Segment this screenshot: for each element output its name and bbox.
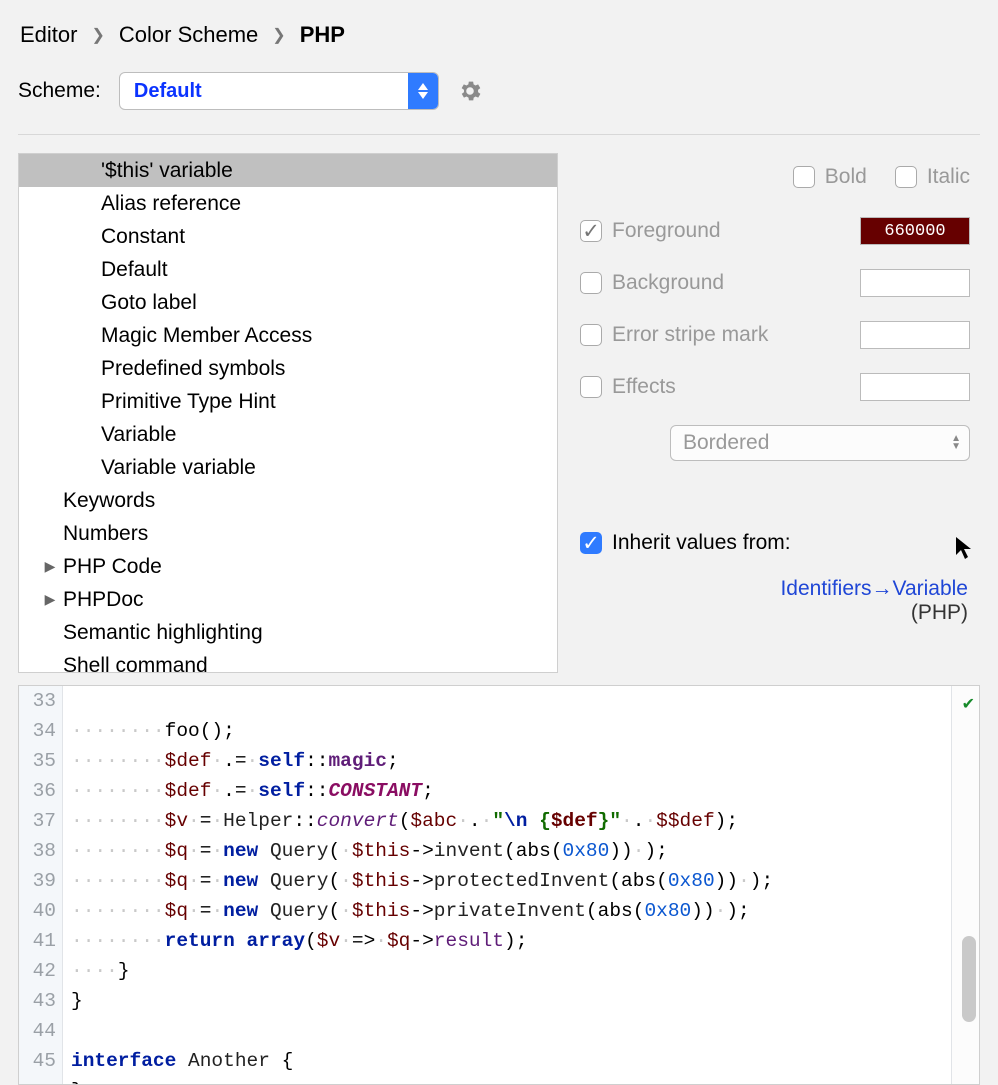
background-label: Background xyxy=(612,271,724,295)
inherit-context: (PHP) xyxy=(911,601,968,624)
error-stripe: ✔ xyxy=(951,686,979,1084)
tree-item-label: Primitive Type Hint xyxy=(101,385,276,418)
effects-swatch[interactable] xyxy=(860,373,970,401)
up-down-arrows-icon: ▲▼ xyxy=(951,435,961,451)
scheme-row: Scheme: Default xyxy=(18,72,980,134)
tree-item-label: Variable xyxy=(101,418,177,451)
gear-icon[interactable] xyxy=(457,78,483,104)
scheme-select-value: Default xyxy=(120,80,216,103)
inherit-label: Inherit values from: xyxy=(612,531,791,555)
tree-item-label: Magic Member Access xyxy=(101,319,312,352)
effects-type-value: Bordered xyxy=(683,431,769,455)
effects-checkbox[interactable]: Effects xyxy=(580,375,676,399)
inherit-link[interactable]: Identifiers→Variable xyxy=(780,577,968,600)
foreground-swatch[interactable]: 660000 xyxy=(860,217,970,245)
tree-item[interactable]: ▶PHP Code xyxy=(19,550,557,583)
checkbox-icon: ✓ xyxy=(580,220,602,242)
code-area: ········foo(); ········$def·.=·self::mag… xyxy=(63,686,951,1084)
checkbox-icon xyxy=(793,166,815,188)
tree-item[interactable]: ▶PHPDoc xyxy=(19,583,557,616)
tree-item[interactable]: ▶Keywords xyxy=(19,484,557,517)
breadcrumb-php: PHP xyxy=(300,22,345,48)
foreground-label: Foreground xyxy=(612,219,721,243)
up-down-arrows-icon xyxy=(408,73,438,109)
tree-item-label: Keywords xyxy=(63,484,155,517)
expand-icon[interactable]: ▶ xyxy=(37,550,63,583)
tree-item[interactable]: ▶Default xyxy=(19,253,557,286)
effects-type-select[interactable]: Bordered ▲▼ xyxy=(670,425,970,461)
tree-item[interactable]: ▶Primitive Type Hint xyxy=(19,385,557,418)
bold-checkbox[interactable]: Bold xyxy=(793,165,867,189)
tree-item-label: Variable variable xyxy=(101,451,256,484)
tree-item[interactable]: ▶Constant xyxy=(19,220,557,253)
tree-item-label: Constant xyxy=(101,220,185,253)
tree-item-label: Goto label xyxy=(101,286,197,319)
breadcrumb: Editor ❯ Color Scheme ❯ PHP xyxy=(18,18,980,72)
scrollbar-thumb[interactable] xyxy=(962,936,976,1022)
tree-item-label: Default xyxy=(101,253,168,286)
scheme-label: Scheme: xyxy=(18,79,101,103)
tree-item[interactable]: ▶Magic Member Access xyxy=(19,319,557,352)
tree-item[interactable]: ▶'$this' variable xyxy=(19,154,557,187)
breadcrumb-color-scheme[interactable]: Color Scheme xyxy=(119,22,258,48)
background-checkbox[interactable]: Background xyxy=(580,271,724,295)
chevron-right-icon: ❯ xyxy=(91,25,104,45)
tree-item[interactable]: ▶Variable variable xyxy=(19,451,557,484)
error-stripe-swatch[interactable] xyxy=(860,321,970,349)
checkbox-icon xyxy=(580,376,602,398)
tree-item[interactable]: ▶Numbers xyxy=(19,517,557,550)
tree-item[interactable]: ▶Alias reference xyxy=(19,187,557,220)
checkbox-icon xyxy=(895,166,917,188)
italic-checkbox[interactable]: Italic xyxy=(895,165,970,189)
inherit-checkbox[interactable]: ✓ Inherit values from: xyxy=(580,531,791,555)
tree-item-label: PHPDoc xyxy=(63,583,144,616)
checkbox-icon xyxy=(580,272,602,294)
error-stripe-label: Error stripe mark xyxy=(612,323,768,347)
tree-item-label: Predefined symbols xyxy=(101,352,285,385)
code-preview[interactable]: 33 34 35 36 37 38 39 40 41 42 43 44 45 ·… xyxy=(18,685,980,1085)
tree-item[interactable]: ▶Goto label xyxy=(19,286,557,319)
expand-icon[interactable]: ▶ xyxy=(37,583,63,616)
background-swatch[interactable] xyxy=(860,269,970,297)
tree-item-label: Numbers xyxy=(63,517,148,550)
foreground-checkbox[interactable]: ✓ Foreground xyxy=(580,219,721,243)
inspection-ok-icon: ✔ xyxy=(962,690,975,720)
bold-label: Bold xyxy=(825,165,867,189)
error-stripe-checkbox[interactable]: Error stripe mark xyxy=(580,323,768,347)
attribute-panel: Bold Italic ✓ Foreground 660000 Backgrou… xyxy=(580,153,980,673)
element-tree[interactable]: ▶'$this' variable▶Alias reference▶Consta… xyxy=(18,153,558,673)
tree-item[interactable]: ▶Semantic highlighting xyxy=(19,616,557,649)
chevron-right-icon: ❯ xyxy=(272,25,285,45)
tree-item[interactable]: ▶Variable xyxy=(19,418,557,451)
checkbox-icon xyxy=(580,324,602,346)
tree-item-label: Semantic highlighting xyxy=(63,616,263,649)
tree-item[interactable]: ▶Predefined symbols xyxy=(19,352,557,385)
tree-item-label: Shell command xyxy=(63,649,208,673)
effects-label: Effects xyxy=(612,375,676,399)
scheme-select[interactable]: Default xyxy=(119,72,439,110)
checkbox-icon: ✓ xyxy=(580,532,602,554)
gutter: 33 34 35 36 37 38 39 40 41 42 43 44 45 xyxy=(19,686,63,1084)
tree-item-label: PHP Code xyxy=(63,550,162,583)
tree-item-label: '$this' variable xyxy=(101,154,233,187)
tree-item[interactable]: ▶Shell command xyxy=(19,649,557,673)
italic-label: Italic xyxy=(927,165,970,189)
tree-item-label: Alias reference xyxy=(101,187,241,220)
breadcrumb-editor[interactable]: Editor xyxy=(20,22,77,48)
